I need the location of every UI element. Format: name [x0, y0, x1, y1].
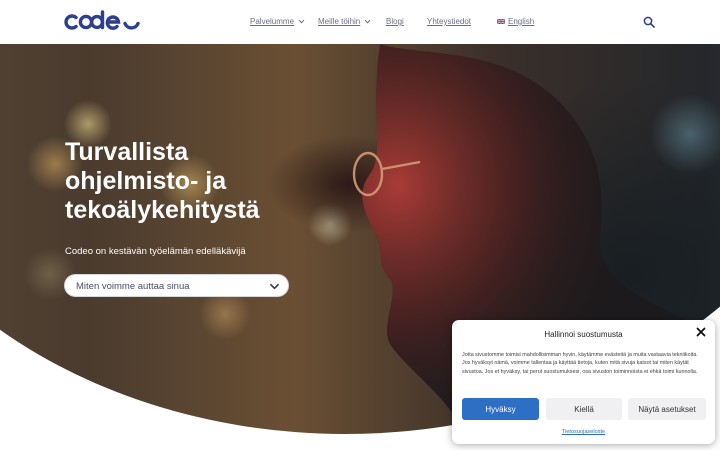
codeo-logo[interactable] [64, 10, 144, 34]
nav-english-label: English [508, 17, 535, 26]
close-icon[interactable] [696, 327, 706, 337]
nav-blogi[interactable]: Blogi [386, 17, 404, 26]
nav-english[interactable]: English [497, 17, 534, 26]
accept-button[interactable]: Hyväksy [462, 398, 539, 420]
nav-yhteystiedot[interactable]: Yhteystiedot [427, 17, 471, 26]
cookie-consent-dialog: Hallinnoi suostumusta Jotta sivustomme t… [452, 320, 715, 444]
service-select[interactable]: Miten voimme auttaa sinua [64, 274, 289, 297]
hero-subtitle: Codeo on kestävän työelämän edelläkävijä [65, 246, 246, 257]
nav-palvelumme[interactable]: Palvelumme [250, 17, 305, 26]
nav-palvelumme-label: Palvelumme [250, 17, 295, 26]
chevron-down-icon [298, 19, 305, 24]
search-icon[interactable] [643, 16, 655, 28]
deny-button[interactable]: Kiellä [546, 398, 622, 420]
privacy-policy-link[interactable]: Tietosuojaseloste [452, 429, 715, 435]
site-header: Palvelumme Meille töihin Blogi Yhteystie… [0, 0, 720, 44]
chevron-down-icon [269, 283, 280, 290]
nav-meille-toihin[interactable]: Meille töihin [318, 17, 371, 26]
consent-text: Jotta sivustomme toimisi mahdollisimman … [462, 352, 698, 375]
service-select-placeholder: Miten voimme auttaa sinua [76, 281, 190, 292]
nav-meille-toihin-label: Meille töihin [318, 17, 361, 26]
consent-title: Hallinnoi suostumusta [544, 330, 623, 339]
nav-blogi-label: Blogi [386, 17, 404, 26]
hero-title: Turvallista ohjelmisto- ja tekoälykehity… [65, 138, 260, 224]
chevron-down-icon [364, 19, 371, 24]
nav-yhteystiedot-label: Yhteystiedot [427, 17, 472, 26]
preferences-button[interactable]: Näytä asetukset [628, 398, 706, 420]
uk-flag-icon [497, 19, 505, 24]
